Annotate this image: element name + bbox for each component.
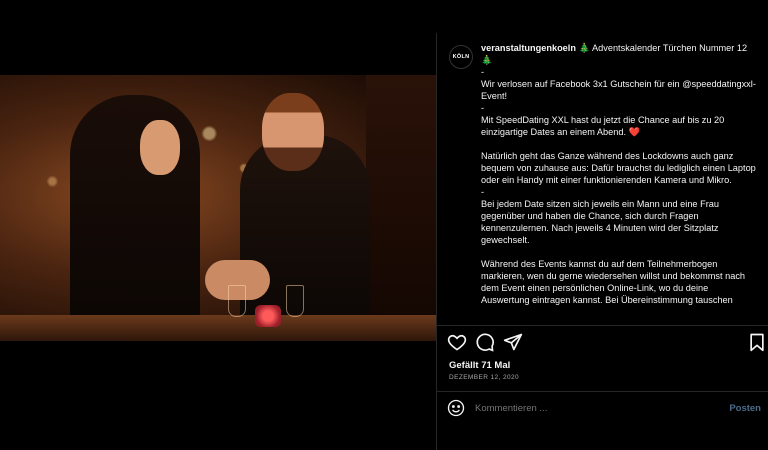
wine-glass: [286, 285, 304, 317]
username-link[interactable]: veranstaltungenkoeln: [481, 43, 576, 53]
window-frame: [366, 75, 436, 341]
heart-icon[interactable]: [447, 332, 467, 352]
avatar[interactable]: KÖLN: [449, 45, 473, 69]
avatar-text: KÖLN: [452, 54, 470, 60]
post-image[interactable]: [0, 75, 436, 341]
comment-input[interactable]: [475, 403, 675, 414]
divider: [437, 391, 768, 392]
comment-icon[interactable]: [475, 332, 495, 352]
wine-glass: [228, 285, 246, 317]
action-bar: [437, 332, 768, 354]
like-count[interactable]: Gefällt 71 Mal: [449, 360, 510, 371]
post-button[interactable]: Posten: [729, 403, 761, 414]
woman-figure: [70, 95, 200, 341]
woman-face: [140, 120, 180, 175]
emoji-icon[interactable]: [447, 399, 465, 417]
share-icon[interactable]: [503, 332, 523, 352]
divider: [437, 325, 768, 326]
bookmark-icon[interactable]: [747, 332, 767, 352]
candle: [255, 305, 281, 327]
caption: veranstaltungenkoeln 🎄 Adventskalender T…: [481, 42, 757, 325]
post-sidebar: KÖLN veranstaltungenkoeln 🎄 Adventskalen…: [436, 33, 768, 450]
comment-bar: Posten: [437, 397, 768, 421]
table: [0, 315, 436, 341]
man-head: [262, 93, 324, 171]
post-date[interactable]: DEZEMBER 12, 2020: [449, 374, 519, 381]
caption-text: 🎄 Adventskalender Türchen Nummer 12🎄 - W…: [481, 43, 756, 305]
